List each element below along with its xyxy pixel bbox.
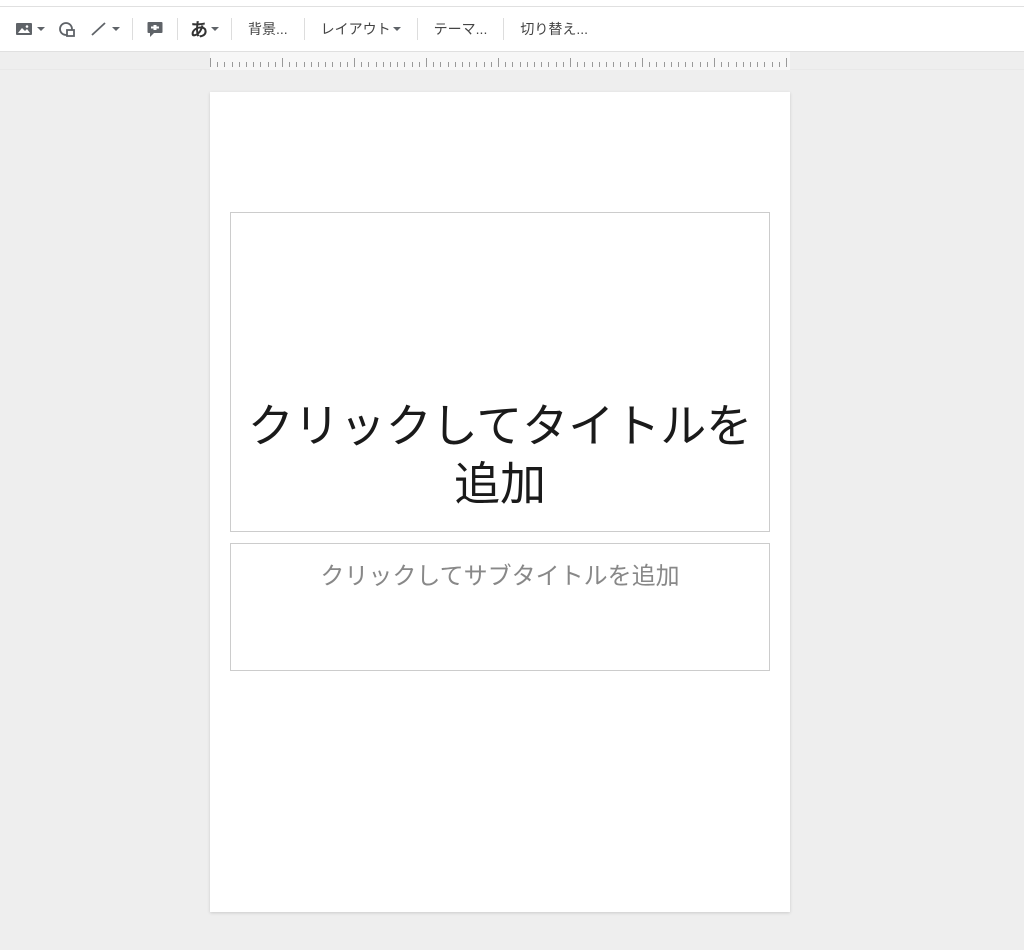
menu-help[interactable]: ヘルプ [300, 0, 342, 2]
separator [231, 18, 232, 40]
chevron-down-icon [112, 25, 120, 33]
background-button[interactable]: 背景... [238, 14, 298, 44]
horizontal-ruler [210, 52, 790, 70]
slide[interactable]: クリックしてタイトルを追加 クリックしてサブタイトルを追加 [210, 92, 790, 912]
layout-button[interactable]: レイアウト [311, 14, 411, 44]
separator [417, 18, 418, 40]
menu-arrange[interactable]: 配置 [120, 0, 148, 2]
theme-button[interactable]: テーマ... [424, 14, 498, 44]
chevron-down-icon [211, 25, 219, 33]
transition-button[interactable]: 切り替え... [510, 14, 598, 44]
subtitle-placeholder[interactable]: クリックしてサブタイトルを追加 [230, 543, 770, 671]
menu-bar: 形式 スライド 配置 ツール アドオン ヘルプ [0, 0, 1024, 6]
menu-addons[interactable]: アドオン [226, 0, 282, 2]
title-placeholder[interactable]: クリックしてタイトルを追加 [230, 212, 770, 532]
menu-format[interactable]: 形式 [0, 0, 28, 2]
input-method-button[interactable]: あ [184, 14, 225, 44]
background-label: 背景... [248, 19, 288, 39]
shape-icon [57, 19, 77, 39]
separator [304, 18, 305, 40]
menu-tools[interactable]: ツール [166, 0, 208, 2]
subtitle-placeholder-text: クリックしてサブタイトルを追加 [231, 556, 769, 591]
theme-label: テーマ... [434, 19, 488, 39]
toolbar: あ 背景... レイアウト テーマ... 切り替え... [0, 6, 1024, 52]
insert-line-button[interactable] [83, 14, 126, 44]
comment-icon [145, 19, 165, 39]
insert-shape-button[interactable] [51, 14, 83, 44]
insert-comment-button[interactable] [139, 14, 171, 44]
insert-image-button[interactable] [8, 14, 51, 44]
transition-label: 切り替え... [520, 19, 588, 39]
ruler-row [0, 52, 1024, 70]
line-icon [89, 19, 109, 39]
chevron-down-icon [37, 25, 45, 33]
input-method-label: あ [190, 16, 208, 42]
separator [132, 18, 133, 40]
title-placeholder-text: クリックしてタイトルを追加 [231, 398, 769, 513]
separator [503, 18, 504, 40]
layout-label: レイアウト [321, 19, 391, 39]
canvas-area[interactable]: クリックしてタイトルを追加 クリックしてサブタイトルを追加 [0, 70, 1024, 950]
chevron-down-icon [393, 25, 401, 33]
image-icon [14, 19, 34, 39]
menu-slide[interactable]: スライド [46, 0, 102, 2]
separator [177, 18, 178, 40]
